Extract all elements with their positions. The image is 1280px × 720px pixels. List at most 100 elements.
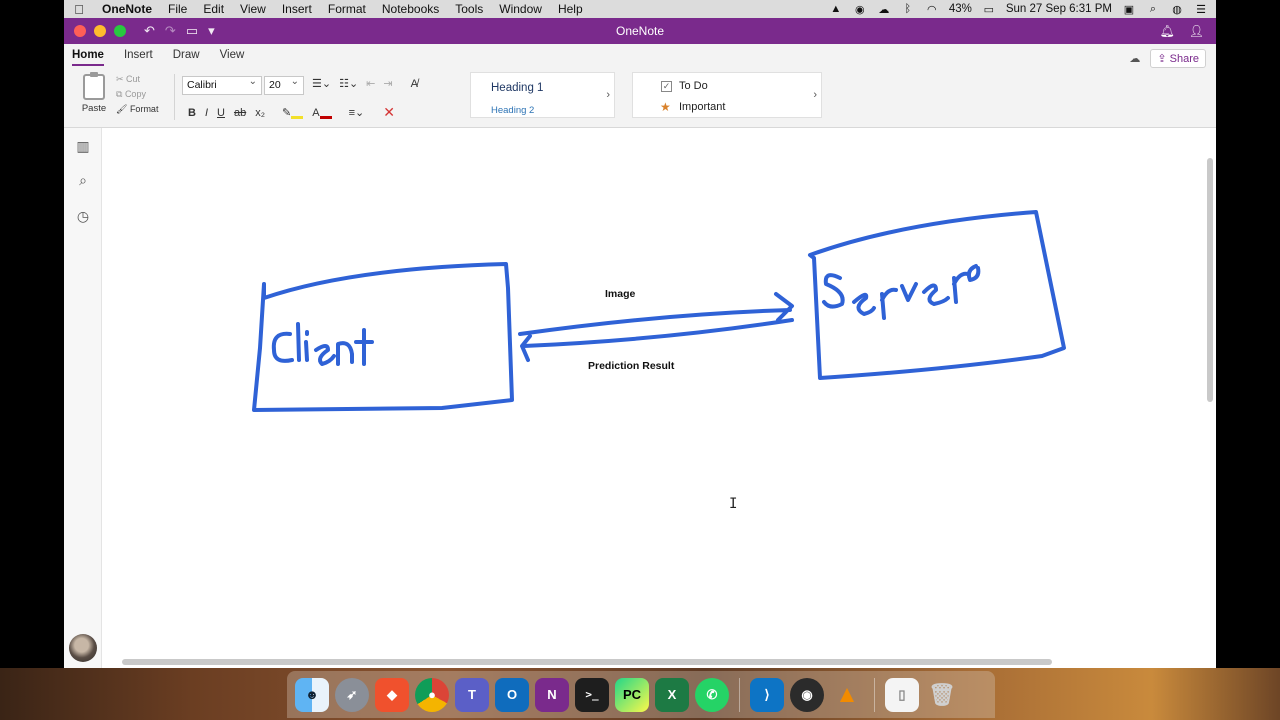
menu-insert[interactable]: Insert (274, 2, 320, 16)
increase-indent-icon[interactable]: ⇥ (383, 77, 392, 90)
share-button[interactable]: ⇪ Share (1150, 49, 1206, 68)
style-heading-1[interactable]: Heading 1 (491, 82, 543, 94)
spotlight-icon[interactable]: ⌕ (1146, 2, 1160, 16)
styles-gallery[interactable]: Heading 1 Heading 2 › (470, 72, 615, 118)
strikethrough-button[interactable]: ab (234, 107, 246, 119)
document-icon[interactable]: ▯ (885, 677, 919, 712)
launchpad-icon[interactable]: ➶ (335, 677, 369, 712)
format-painter-button[interactable]: 🖌︎ Format (116, 102, 158, 117)
chevron-right-icon[interactable]: › (606, 89, 610, 101)
server-handwriting (822, 264, 981, 320)
label-prediction-result[interactable]: Prediction Result (588, 360, 674, 372)
cloud-icon[interactable]: ☁ (877, 2, 891, 16)
pycharm-icon[interactable]: PC (615, 677, 649, 712)
apple-icon[interactable]:  (64, 2, 94, 17)
outlook-icon[interactable]: O (495, 677, 529, 712)
bullets-icon[interactable]: ☰⌄ (312, 77, 331, 90)
font-size-select[interactable]: 20 (264, 76, 304, 95)
subscript-button[interactable]: x₂ (255, 107, 265, 119)
chevron-right-icon[interactable]: › (813, 89, 817, 101)
redo-icon[interactable]: ↷ (165, 23, 176, 39)
label-image[interactable]: Image (605, 288, 635, 300)
menu-notebooks[interactable]: Notebooks (374, 2, 447, 16)
tab-view[interactable]: View (220, 49, 245, 66)
star-icon: ★ (660, 100, 671, 114)
bell-icon[interactable]: 🔔︎ (1160, 24, 1175, 38)
cut-button[interactable]: ✂ Cut (116, 72, 158, 87)
style-heading-2[interactable]: Heading 2 (491, 105, 534, 116)
font-name-select[interactable]: Calibri (182, 76, 262, 95)
trash-icon[interactable]: 🗑︎ (925, 678, 959, 712)
align-icon[interactable]: ≡⌄ (349, 106, 365, 119)
menu-window[interactable]: Window (491, 2, 550, 16)
share-person-icon[interactable]: 👤︎ (1189, 24, 1204, 38)
horizontal-scrollbar[interactable] (122, 659, 1052, 665)
obs-status-icon[interactable]: ◉ (853, 2, 867, 16)
close-window-button[interactable] (74, 25, 86, 37)
display-icon[interactable]: ▣ (1122, 2, 1136, 16)
vertical-scrollbar[interactable] (1207, 158, 1213, 402)
share-icon: ⇪ (1157, 53, 1170, 65)
bold-button[interactable]: B (188, 107, 196, 119)
server-box-stroke (808, 210, 1066, 380)
sync-status-icon[interactable]: ☁ (1129, 52, 1140, 65)
decrease-indent-icon[interactable]: ⇤ (366, 77, 375, 90)
chrome-icon[interactable]: ● (415, 677, 449, 712)
recent-clock-icon[interactable]: ◷ (75, 208, 91, 224)
underline-button[interactable]: U (217, 107, 225, 119)
menu-edit[interactable]: Edit (195, 2, 232, 16)
tags-gallery[interactable]: ✓ To Do ★ Important › (632, 72, 822, 118)
italic-button[interactable]: I (205, 107, 208, 119)
numbering-icon[interactable]: ☷⌄ (339, 77, 358, 90)
menu-format[interactable]: Format (320, 2, 374, 16)
excel-icon[interactable]: X (655, 677, 689, 712)
tag-todo[interactable]: To Do (679, 80, 708, 92)
battery-percent: 43% (948, 3, 972, 15)
customize-toolbar-icon[interactable]: ▾ (208, 23, 215, 39)
vlc-icon[interactable]: ▲ (830, 678, 864, 712)
menu-file[interactable]: File (160, 2, 195, 16)
menu-view[interactable]: View (232, 2, 274, 16)
obs-icon[interactable]: ◉ (790, 677, 824, 712)
page-canvas[interactable]: Image Prediction Result I (102, 128, 1216, 668)
teams-icon[interactable]: T (455, 677, 489, 712)
bluetooth-icon[interactable]: ᛒ (901, 2, 915, 16)
undo-icon[interactable]: ↶ (144, 23, 155, 39)
window-title: OneNote (615, 24, 665, 38)
siri-icon[interactable]: ◍ (1170, 2, 1184, 16)
menu-tools[interactable]: Tools (447, 2, 491, 16)
client-handwriting (271, 322, 374, 366)
notification-center-icon[interactable]: ☰ (1194, 2, 1208, 16)
tag-important[interactable]: Important (679, 101, 725, 113)
avatar[interactable] (69, 634, 97, 662)
terminal-icon[interactable]: >_ (575, 677, 609, 712)
brush-icon: 🖌︎ (116, 104, 130, 114)
menu-app-name[interactable]: OneNote (94, 2, 160, 16)
search-icon[interactable]: ⌕ (75, 172, 91, 188)
clock[interactable]: Sun 27 Sep 6:31 PM (1006, 3, 1112, 15)
tab-home[interactable]: Home (72, 49, 104, 66)
menu-help[interactable]: Help (550, 2, 591, 16)
text-cursor-icon: I (729, 496, 738, 512)
copy-button[interactable]: ⧉ Copy (116, 87, 158, 102)
wifi-icon[interactable]: ◠ (925, 2, 939, 16)
notebooks-icon[interactable]: ▥ (75, 138, 91, 154)
ink-drawing[interactable] (102, 128, 1216, 668)
finder-icon[interactable]: ☻ (295, 677, 329, 712)
minimize-window-button[interactable] (94, 25, 106, 37)
highlight-icon[interactable]: ✎ (282, 106, 304, 119)
brave-icon[interactable]: ◆ (375, 677, 409, 712)
vlc-status-icon[interactable]: ▲ (829, 2, 843, 16)
delete-icon[interactable]: ✕ (383, 104, 395, 121)
open-folder-icon[interactable]: ▭ (186, 23, 198, 39)
tab-draw[interactable]: Draw (173, 49, 200, 66)
zoom-window-button[interactable] (114, 25, 126, 37)
battery-icon[interactable]: ▭ (982, 2, 996, 16)
onenote-icon[interactable]: N (535, 677, 569, 712)
paste-button[interactable]: Paste (74, 72, 114, 114)
tab-insert[interactable]: Insert (124, 49, 153, 66)
vscode-icon[interactable]: ⟩ (750, 677, 784, 712)
clear-formatting-icon[interactable]: A̸ (411, 78, 418, 90)
whatsapp-icon[interactable]: ✆ (695, 677, 729, 712)
font-color-icon[interactable]: A (312, 107, 332, 119)
